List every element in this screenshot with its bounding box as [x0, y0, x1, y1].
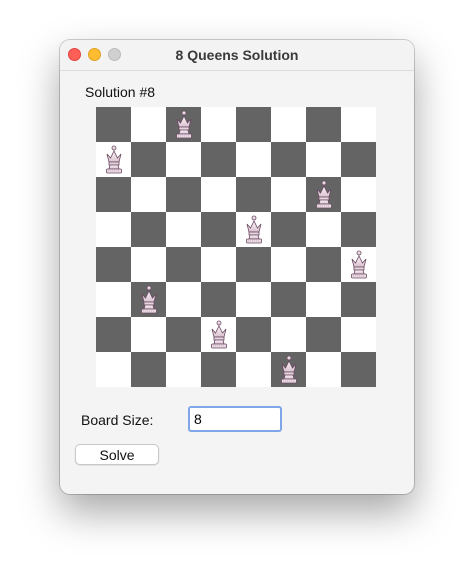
- queen-icon: [271, 352, 306, 387]
- board-square: [166, 317, 201, 352]
- board-square: [96, 142, 131, 177]
- board-square: [131, 352, 166, 387]
- board-square: [131, 212, 166, 247]
- board-square: [236, 352, 271, 387]
- board-square: [131, 317, 166, 352]
- board-square: [201, 247, 236, 282]
- queen-icon: [96, 142, 131, 177]
- board-square: [271, 177, 306, 212]
- board-square: [306, 212, 341, 247]
- board-square: [236, 247, 271, 282]
- board-square: [341, 142, 376, 177]
- board-square: [271, 282, 306, 317]
- board-square: [341, 177, 376, 212]
- board-square: [306, 317, 341, 352]
- board-square: [131, 282, 166, 317]
- board-square: [201, 282, 236, 317]
- title-bar: 8 Queens Solution: [60, 40, 414, 71]
- board-square: [166, 282, 201, 317]
- board-square: [96, 317, 131, 352]
- board-square: [96, 107, 131, 142]
- board-square: [166, 107, 201, 142]
- board-square: [306, 107, 341, 142]
- board-square: [96, 212, 131, 247]
- board-square: [201, 352, 236, 387]
- board-square: [341, 247, 376, 282]
- queen-icon: [131, 282, 166, 317]
- board-square: [236, 212, 271, 247]
- queen-icon: [306, 177, 341, 212]
- board-square: [236, 177, 271, 212]
- board-square: [131, 247, 166, 282]
- board-square: [341, 317, 376, 352]
- board-square: [236, 107, 271, 142]
- queen-icon: [341, 247, 376, 282]
- board-square: [96, 247, 131, 282]
- board-square: [201, 177, 236, 212]
- solve-button[interactable]: Solve: [75, 444, 159, 465]
- board-square: [341, 107, 376, 142]
- board-square: [166, 212, 201, 247]
- board-square: [271, 247, 306, 282]
- board-square: [271, 212, 306, 247]
- chess-board: [96, 107, 376, 387]
- board-square: [236, 317, 271, 352]
- board-square: [201, 212, 236, 247]
- board-square: [306, 352, 341, 387]
- board-square: [201, 317, 236, 352]
- board-square: [271, 317, 306, 352]
- board-square: [201, 142, 236, 177]
- board-square: [306, 177, 341, 212]
- board-square: [201, 107, 236, 142]
- board-square: [341, 282, 376, 317]
- board-square: [306, 282, 341, 317]
- board-square: [166, 142, 201, 177]
- board-square: [96, 352, 131, 387]
- app-window: 8 Queens Solution Solution #8 Board Size…: [60, 40, 414, 494]
- board-square: [271, 142, 306, 177]
- board-square: [166, 352, 201, 387]
- board-square: [236, 282, 271, 317]
- board-square: [96, 177, 131, 212]
- queen-icon: [236, 212, 271, 247]
- board-size-label: Board Size:: [81, 412, 154, 428]
- board-square: [96, 282, 131, 317]
- queen-icon: [166, 107, 201, 142]
- board-square: [236, 142, 271, 177]
- board-square: [131, 177, 166, 212]
- board-square: [341, 212, 376, 247]
- window-title: 8 Queens Solution: [175, 47, 299, 63]
- board-square: [306, 142, 341, 177]
- board-square: [131, 142, 166, 177]
- board-square: [131, 107, 166, 142]
- board-square: [271, 352, 306, 387]
- board-square: [166, 177, 201, 212]
- board-square: [341, 352, 376, 387]
- board-square: [271, 107, 306, 142]
- queen-icon: [201, 317, 236, 352]
- board-size-input[interactable]: [188, 406, 282, 432]
- solution-label: Solution #8: [85, 84, 156, 100]
- board-square: [166, 247, 201, 282]
- board-square: [306, 247, 341, 282]
